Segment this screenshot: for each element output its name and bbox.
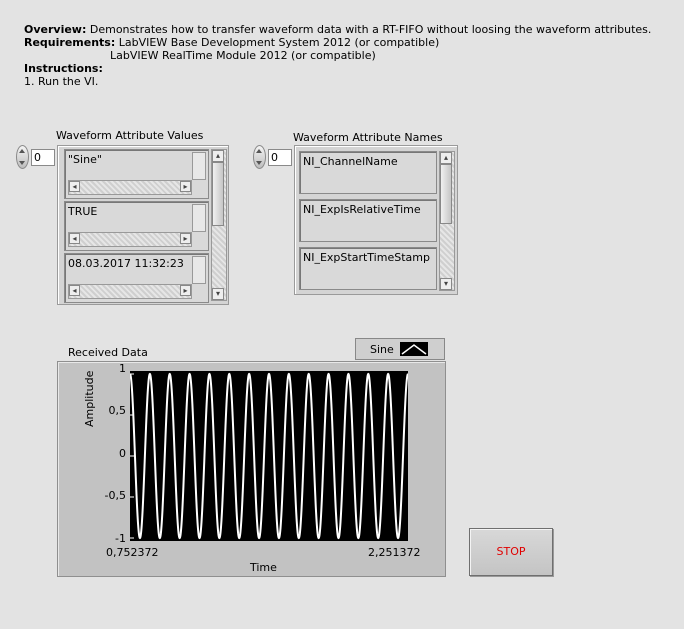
requirements-label: Requirements: — [24, 36, 116, 49]
attr-values-index-control[interactable]: 0 — [16, 145, 55, 169]
waveform-chart[interactable]: Amplitude 1 0,5 0 -0,5 -1 0,752372 2,251… — [57, 361, 446, 577]
scroll-right-icon[interactable]: ▸ — [180, 181, 191, 192]
attr-values-index[interactable]: 0 — [31, 148, 55, 166]
y-tick-label: 0,5 — [108, 404, 127, 417]
attr-values-vscroll[interactable]: ▴ ▾ — [211, 149, 227, 301]
legend-line-swatch-icon — [399, 342, 428, 356]
stop-button[interactable]: STOP — [469, 528, 553, 576]
series-line-sine — [129, 372, 409, 540]
attr-value-text: TRUE — [68, 205, 98, 218]
attr-names-index[interactable]: 0 — [268, 148, 292, 166]
attr-values-array: "Sine" ◂ ▸ TRUE ◂ ▸ 08.03.2017 11:32:23 … — [57, 145, 229, 305]
attr-name-element[interactable]: NI_ExpStartTimeStamp — [299, 247, 437, 290]
element-vscroll[interactable] — [192, 256, 206, 284]
y-tick-label: 1 — [119, 362, 126, 375]
attr-name-element[interactable]: NI_ExpIsRelativeTime — [299, 199, 437, 242]
attr-name-text: NI_ExpStartTimeStamp — [303, 251, 430, 264]
attr-name-text: NI_ChannelName — [303, 155, 398, 168]
requirements-line2: LabVIEW RealTime Module 2012 (or compati… — [110, 49, 376, 62]
scroll-left-icon[interactable]: ◂ — [69, 285, 80, 296]
instructions-label: Instructions: — [24, 62, 103, 75]
element-vscroll[interactable] — [192, 152, 206, 180]
attr-names-index-control[interactable]: 0 — [253, 145, 292, 169]
description-block: Overview: Demonstrates how to transfer w… — [24, 23, 651, 88]
scroll-left-icon[interactable]: ◂ — [69, 233, 80, 244]
attr-value-element[interactable]: TRUE ◂ ▸ — [64, 201, 209, 251]
element-hscroll[interactable]: ◂ ▸ — [68, 284, 192, 299]
attr-name-text: NI_ExpIsRelativeTime — [303, 203, 421, 216]
scroll-up-icon[interactable]: ▴ — [212, 150, 224, 162]
overview-label: Overview: — [24, 23, 87, 36]
scroll-right-icon[interactable]: ▸ — [180, 233, 191, 244]
y-tick-label: -0,5 — [104, 489, 126, 502]
attr-value-element[interactable]: "Sine" ◂ ▸ — [64, 149, 209, 199]
element-hscroll[interactable]: ◂ ▸ — [68, 180, 192, 195]
plot-area[interactable] — [129, 371, 409, 541]
scroll-up-icon[interactable]: ▴ — [440, 152, 452, 164]
attr-name-element[interactable]: NI_ChannelName — [299, 151, 437, 194]
requirements-line1: LabVIEW Base Development System 2012 (or… — [118, 36, 440, 49]
plot-legend[interactable]: Sine — [355, 338, 445, 360]
stop-button-label: STOP — [496, 545, 526, 558]
attr-value-text: "Sine" — [68, 153, 102, 166]
attr-values-label: Waveform Attribute Values — [56, 129, 204, 142]
scroll-down-icon[interactable]: ▾ — [440, 278, 452, 290]
legend-series-name: Sine — [370, 342, 394, 356]
attr-names-label: Waveform Attribute Names — [293, 131, 443, 144]
x-axis-label: Time — [250, 561, 277, 574]
element-vscroll[interactable] — [192, 204, 206, 232]
scroll-thumb[interactable] — [212, 162, 224, 226]
chart-title: Received Data — [68, 346, 148, 359]
overview-text: Demonstrates how to transfer waveform da… — [89, 23, 652, 36]
index-spinner-icon[interactable] — [16, 145, 29, 169]
element-hscroll[interactable]: ◂ ▸ — [68, 232, 192, 247]
scroll-right-icon[interactable]: ▸ — [180, 285, 191, 296]
x-tick-label: 0,752372 — [106, 546, 159, 559]
index-spinner-icon[interactable] — [253, 145, 266, 169]
attr-value-element[interactable]: 08.03.2017 11:32:23 ◂ ▸ — [64, 253, 209, 303]
y-tick-label: 0 — [119, 447, 126, 460]
attr-value-text: 08.03.2017 11:32:23 — [68, 257, 184, 270]
scroll-left-icon[interactable]: ◂ — [69, 181, 80, 192]
scroll-thumb[interactable] — [440, 164, 452, 224]
plot-svg — [129, 372, 409, 540]
attr-names-vscroll[interactable]: ▴ ▾ — [439, 151, 455, 291]
scroll-down-icon[interactable]: ▾ — [212, 288, 224, 300]
attr-names-array: NI_ChannelName NI_ExpIsRelativeTime NI_E… — [294, 145, 458, 295]
y-axis-label: Amplitude — [83, 370, 96, 427]
instructions-step: 1. Run the VI. — [24, 75, 99, 88]
y-tick-label: -1 — [115, 532, 126, 545]
x-tick-label: 2,251372 — [368, 546, 421, 559]
